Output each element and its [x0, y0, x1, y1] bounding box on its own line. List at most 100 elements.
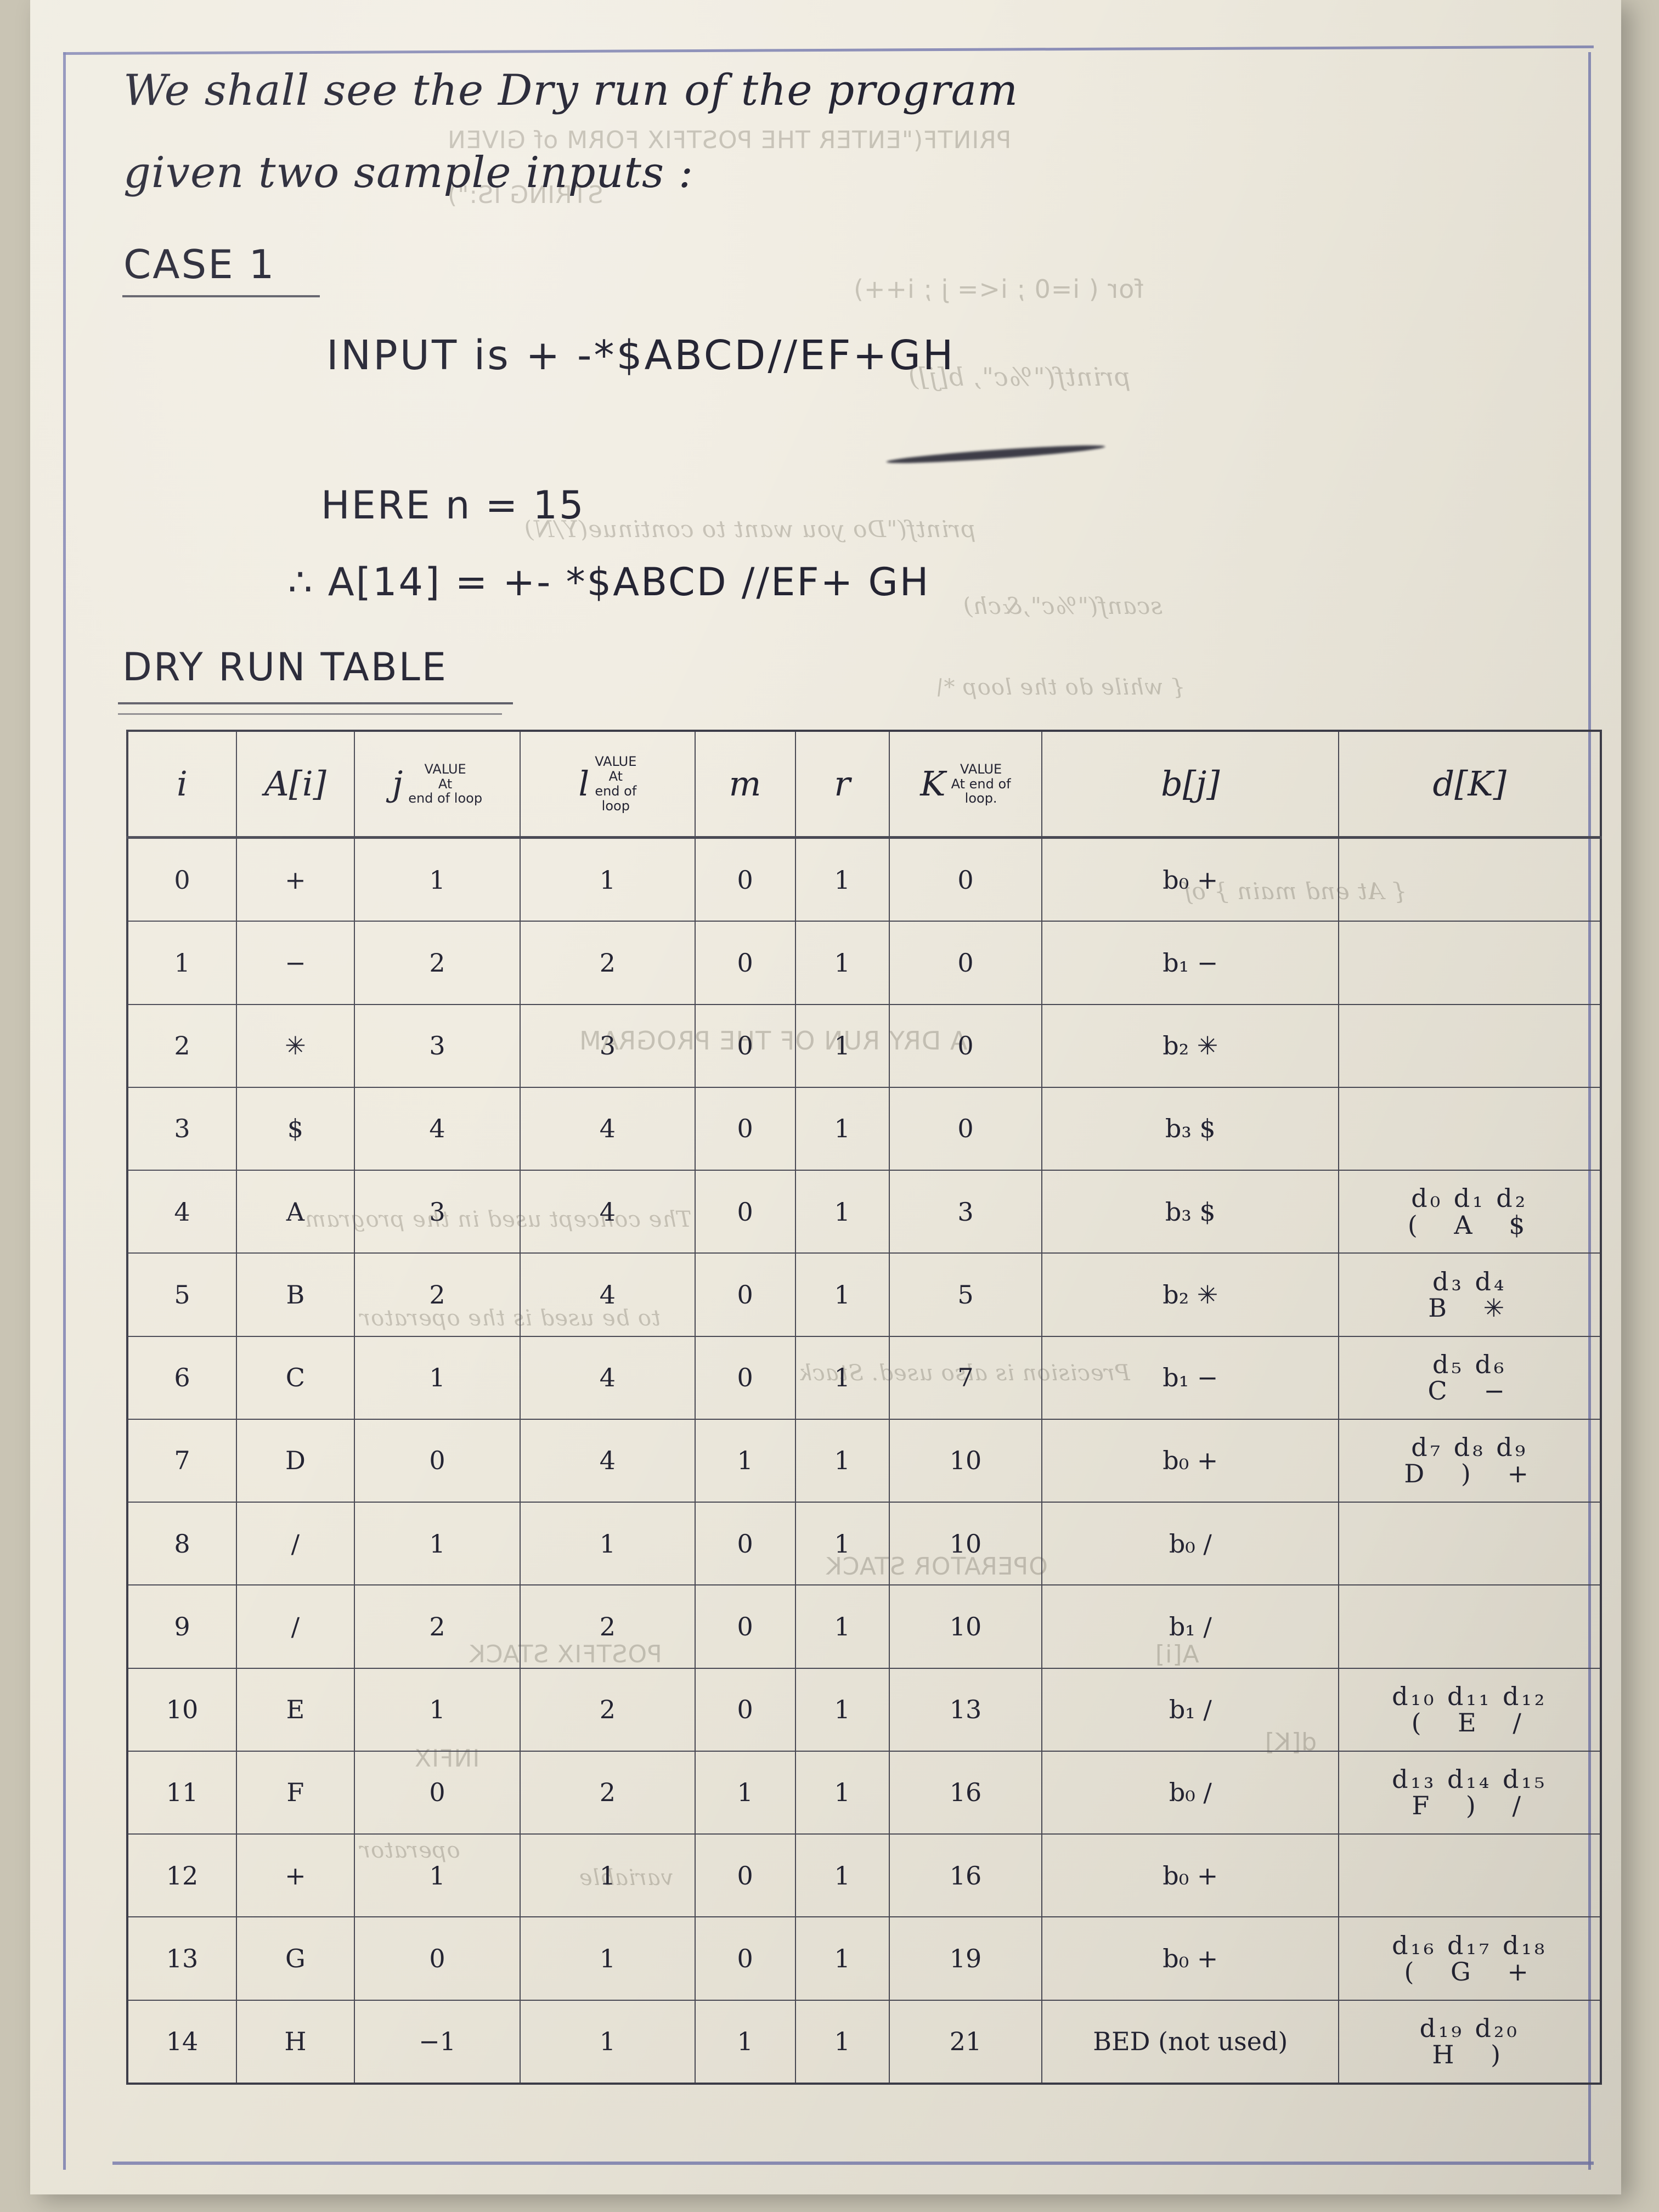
bleed-through-text: scanf("%c",&ch)	[963, 592, 1163, 619]
cell-b-of-j: b₀ /	[1041, 1502, 1340, 1586]
cell-a-of-i: F	[235, 1750, 355, 1835]
cell-a-of-i: +	[235, 1833, 355, 1918]
cell-a-of-i: C	[235, 1335, 355, 1420]
table-header-note: VALUE At end of loop	[408, 761, 483, 806]
cell-r: 1	[794, 1335, 890, 1420]
cell-a-of-i: D	[235, 1418, 355, 1503]
cell-index: 4	[127, 1170, 237, 1254]
cell-a-of-i: /	[235, 1502, 355, 1586]
page-rule-left	[63, 52, 66, 2170]
cell-r: 1	[794, 1170, 890, 1254]
cell-d-of-k: d₇ d₈ d₉ D ) +	[1338, 1418, 1601, 1503]
table-row: 4 A 3 4 0 1 3 b₃ $ d₀ d₁ d₂( A $	[127, 1170, 1601, 1254]
cell-l: 4	[520, 1170, 696, 1254]
table-body: 0 +1 1 0 1 0 b₀ +1−2 2 0 1 0 b₁ −2 ✳ 3 3 0 1 0 b₂ ✳ 3 $4 4 0 1 0…	[127, 837, 1601, 2085]
table-heading-underline-second	[118, 713, 502, 715]
cell-b-of-j: b₁ /	[1041, 1584, 1340, 1669]
cell-m: 0	[694, 921, 796, 1005]
cell-a-of-i: G	[235, 1916, 355, 2001]
cell-d-of-k-values: ( G +	[1404, 1956, 1543, 1987]
table-row: 10 E 1 2 0 1 13 b₁ / d₁₀ d₁₁ d₁₂( E /	[127, 1667, 1601, 1752]
cell-j: 1	[353, 1833, 521, 1918]
cell-k: 21	[888, 1999, 1043, 2085]
cell-j: 0	[353, 1916, 521, 2001]
cell-b-of-j: b₁ −	[1041, 921, 1340, 1005]
cell-k: 10	[888, 1502, 1043, 1586]
table-header-note: VALUE At end of loop	[595, 754, 637, 814]
cell-j: 2	[353, 921, 521, 1005]
cell-d-of-k: d₁₃ d₁₄ d₁₅ F ) /	[1338, 1750, 1601, 1835]
table-header-cell: l VALUE At end of loop	[520, 730, 696, 839]
input-line: INPUT is + -*$ABCD//EF+GH	[326, 332, 956, 379]
cell-k: 0	[888, 1086, 1043, 1171]
table-header-symbol: A[i]	[264, 764, 326, 804]
table-header-cell: b[j]	[1041, 730, 1340, 839]
cell-b-of-j: b₁ /	[1041, 1667, 1340, 1752]
cell-d-of-k: d₁₀ d₁₁ d₁₂( E /	[1338, 1667, 1601, 1752]
cell-index: 0	[127, 837, 237, 922]
cell-d-of-k-indices: d₁₀ d₁₁ d₁₂	[1392, 1681, 1548, 1711]
cell-r: 1	[794, 921, 890, 1005]
cell-b-of-j: BED (not used)	[1041, 1999, 1340, 2085]
bleed-through-text: printf("Do you want to continue(Y/N)	[524, 516, 976, 543]
cell-index: 9	[127, 1584, 237, 1669]
cell-b-of-j: b₀ +	[1041, 1833, 1340, 1918]
table-header-row: i A[i] j VALUE At end of loop l VALUE At end of lo…	[127, 730, 1601, 839]
cell-l: 1	[520, 1916, 696, 2001]
table-header-symbol: r	[834, 764, 850, 804]
cell-l: 1	[520, 837, 696, 922]
cell-m: 0	[694, 1170, 796, 1254]
table-header: i A[i] j VALUE At end of loop l VALUE At end of lo…	[127, 730, 1601, 839]
cell-m: 0	[694, 1252, 796, 1337]
cell-k: 5	[888, 1252, 1043, 1337]
table-row: 5 B 2 4 0 1 5 b₂ ✳ d₃ d₄ B ✳	[127, 1252, 1601, 1337]
cell-r: 1	[794, 1086, 890, 1171]
cell-j: 4	[353, 1086, 521, 1171]
cell-j: −1	[353, 1999, 521, 2085]
table-row: 0 +1 1 0 1 0 b₀ +	[127, 837, 1601, 922]
cell-r: 1	[794, 1916, 890, 2001]
cell-d-of-k-indices: d₃ d₄	[1432, 1266, 1507, 1296]
cell-m: 0	[694, 1584, 796, 1669]
cell-l: 4	[520, 1335, 696, 1420]
cell-d-of-k: d₁₉ d₂₀ H )	[1338, 1999, 1601, 2085]
table-header-symbol: d[K]	[1432, 764, 1506, 804]
cell-d-of-k	[1338, 1003, 1601, 1088]
ink-smudge	[885, 442, 1106, 466]
cell-j: 0	[353, 1418, 521, 1503]
cell-j: 1	[353, 1667, 521, 1752]
cell-a-of-i: A	[235, 1170, 355, 1254]
cell-b-of-j: b₃ $	[1041, 1170, 1340, 1254]
page-rule-bottom	[112, 2162, 1594, 2165]
table-row: 6 C 1 4 0 1 7 b₁ − d₅ d₆ C −	[127, 1335, 1601, 1420]
table-header-cell: r	[794, 730, 890, 839]
cell-index: 3	[127, 1086, 237, 1171]
cell-l: 2	[520, 921, 696, 1005]
cell-k: 16	[888, 1833, 1043, 1918]
cell-m: 0	[694, 837, 796, 922]
cell-d-of-k	[1338, 921, 1601, 1005]
table-header-cell: K VALUE At end of loop.	[888, 730, 1043, 839]
cell-index: 8	[127, 1502, 237, 1586]
cell-d-of-k-indices: d₅ d₆	[1432, 1349, 1507, 1379]
cell-b-of-j: b₂ ✳	[1041, 1003, 1340, 1088]
cell-index: 10	[127, 1667, 237, 1752]
cell-j: 2	[353, 1252, 521, 1337]
cell-index: 13	[127, 1916, 237, 2001]
cell-index: 6	[127, 1335, 237, 1420]
cell-index: 5	[127, 1252, 237, 1337]
table-row: 12 +1 1 0 1 16 b₀ +	[127, 1833, 1601, 1918]
cell-j: 1	[353, 1335, 521, 1420]
cell-m: 1	[694, 1750, 796, 1835]
cell-m: 0	[694, 1833, 796, 1918]
table-header-symbol: i	[177, 764, 188, 804]
cell-index: 14	[127, 1999, 237, 2085]
table-row: 11 F 0 2 1 1 16 b₀ / d₁₃ d₁₄ d₁₅ F ) /	[127, 1750, 1601, 1835]
case-heading: CASE 1	[123, 241, 276, 287]
table-row: 9/2 2 0 1 10 b₁ /	[127, 1584, 1601, 1669]
cell-k: 19	[888, 1916, 1043, 2001]
bleed-through-text: for ( i=0 ; i<= j ; i++)	[853, 274, 1144, 304]
page-rule-top	[63, 45, 1594, 55]
cell-d-of-k-values: D ) +	[1404, 1459, 1543, 1489]
cell-b-of-j: b₂ ✳	[1041, 1252, 1340, 1337]
